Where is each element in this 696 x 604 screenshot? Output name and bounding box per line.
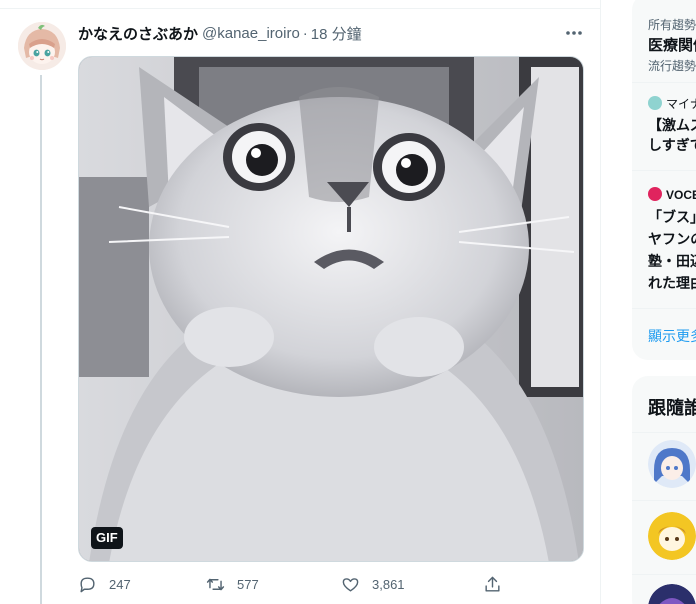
like-count: 3,861	[372, 576, 405, 592]
news-headline-line[interactable]: ヤフンの	[648, 229, 696, 249]
separator-dot: ·	[302, 24, 308, 42]
tweet-actions: 247 577 3,861	[78, 572, 508, 596]
thread-line	[40, 75, 42, 604]
reply-button[interactable]: 247	[78, 572, 131, 596]
trends-card: 所有趨勢 医療関係 流行趨勢 マイナ 【激ムズ しすぎて VOCE 「ブス」 ヤ…	[632, 0, 696, 360]
news-headline-line[interactable]: れた理由	[648, 273, 696, 293]
share-icon	[485, 576, 500, 592]
follow-suggestion-avatar[interactable]	[648, 584, 696, 604]
tweet-media-gif[interactable]: GIF	[78, 56, 584, 562]
news-headline-line[interactable]: 塾・田辺	[648, 251, 696, 271]
divider	[632, 82, 696, 83]
source-logo-icon	[648, 187, 662, 201]
news-source[interactable]: マイナ	[648, 95, 696, 112]
who-to-follow-card: 跟隨誰	[632, 376, 696, 604]
divider	[632, 432, 696, 433]
tweet-timestamp[interactable]: 18 分鐘	[311, 23, 362, 44]
retweet-count: 577	[237, 576, 259, 592]
reply-icon	[80, 576, 95, 592]
divider	[632, 170, 696, 171]
timeline-column: かなえのさぶあか @kanae_iroiro · 18 分鐘 GIF 247 5…	[0, 0, 601, 604]
trend-title[interactable]: 医療関係	[648, 34, 696, 55]
retweet-button[interactable]: 577	[206, 572, 259, 596]
show-more-link[interactable]: 顯示更多	[648, 326, 696, 346]
follow-suggestion-avatar[interactable]	[648, 440, 696, 488]
trend-category: 所有趨勢	[648, 18, 696, 32]
trend-subtitle: 流行趨勢	[648, 59, 696, 73]
avatar[interactable]	[18, 22, 66, 70]
more-icon	[566, 31, 582, 35]
avatar-image	[18, 22, 66, 70]
like-button[interactable]: 3,861	[341, 572, 405, 596]
source-logo-icon	[648, 96, 662, 110]
news-source-name: VOCE	[666, 188, 696, 202]
gif-badge: GIF	[91, 527, 123, 549]
cat-gif-image	[79, 57, 583, 561]
reply-count: 247	[109, 576, 131, 592]
display-name[interactable]: かなえのさぶあか	[78, 23, 198, 44]
divider	[0, 8, 601, 9]
news-source-name: マイナ	[666, 97, 696, 111]
user-handle[interactable]: @kanae_iroiro	[202, 25, 300, 42]
divider	[632, 574, 696, 575]
follow-suggestion-avatar[interactable]	[648, 512, 696, 560]
like-icon	[342, 577, 359, 592]
share-button[interactable]	[483, 572, 502, 596]
news-headline-line[interactable]: 【激ムズ	[648, 115, 696, 135]
news-headline-line[interactable]: しすぎて	[648, 135, 696, 155]
news-headline-line[interactable]: 「ブス」	[648, 207, 696, 227]
tweet-header: かなえのさぶあか @kanae_iroiro · 18 分鐘	[78, 23, 362, 43]
news-source[interactable]: VOCE	[648, 187, 696, 202]
right-sidebar: 所有趨勢 医療関係 流行趨勢 マイナ 【激ムズ しすぎて VOCE 「ブス」 ヤ…	[632, 0, 696, 604]
retweet-icon	[206, 578, 225, 590]
divider	[632, 308, 696, 309]
divider	[632, 500, 696, 501]
who-to-follow-heading: 跟隨誰	[648, 398, 696, 418]
more-options-button[interactable]	[562, 22, 586, 44]
